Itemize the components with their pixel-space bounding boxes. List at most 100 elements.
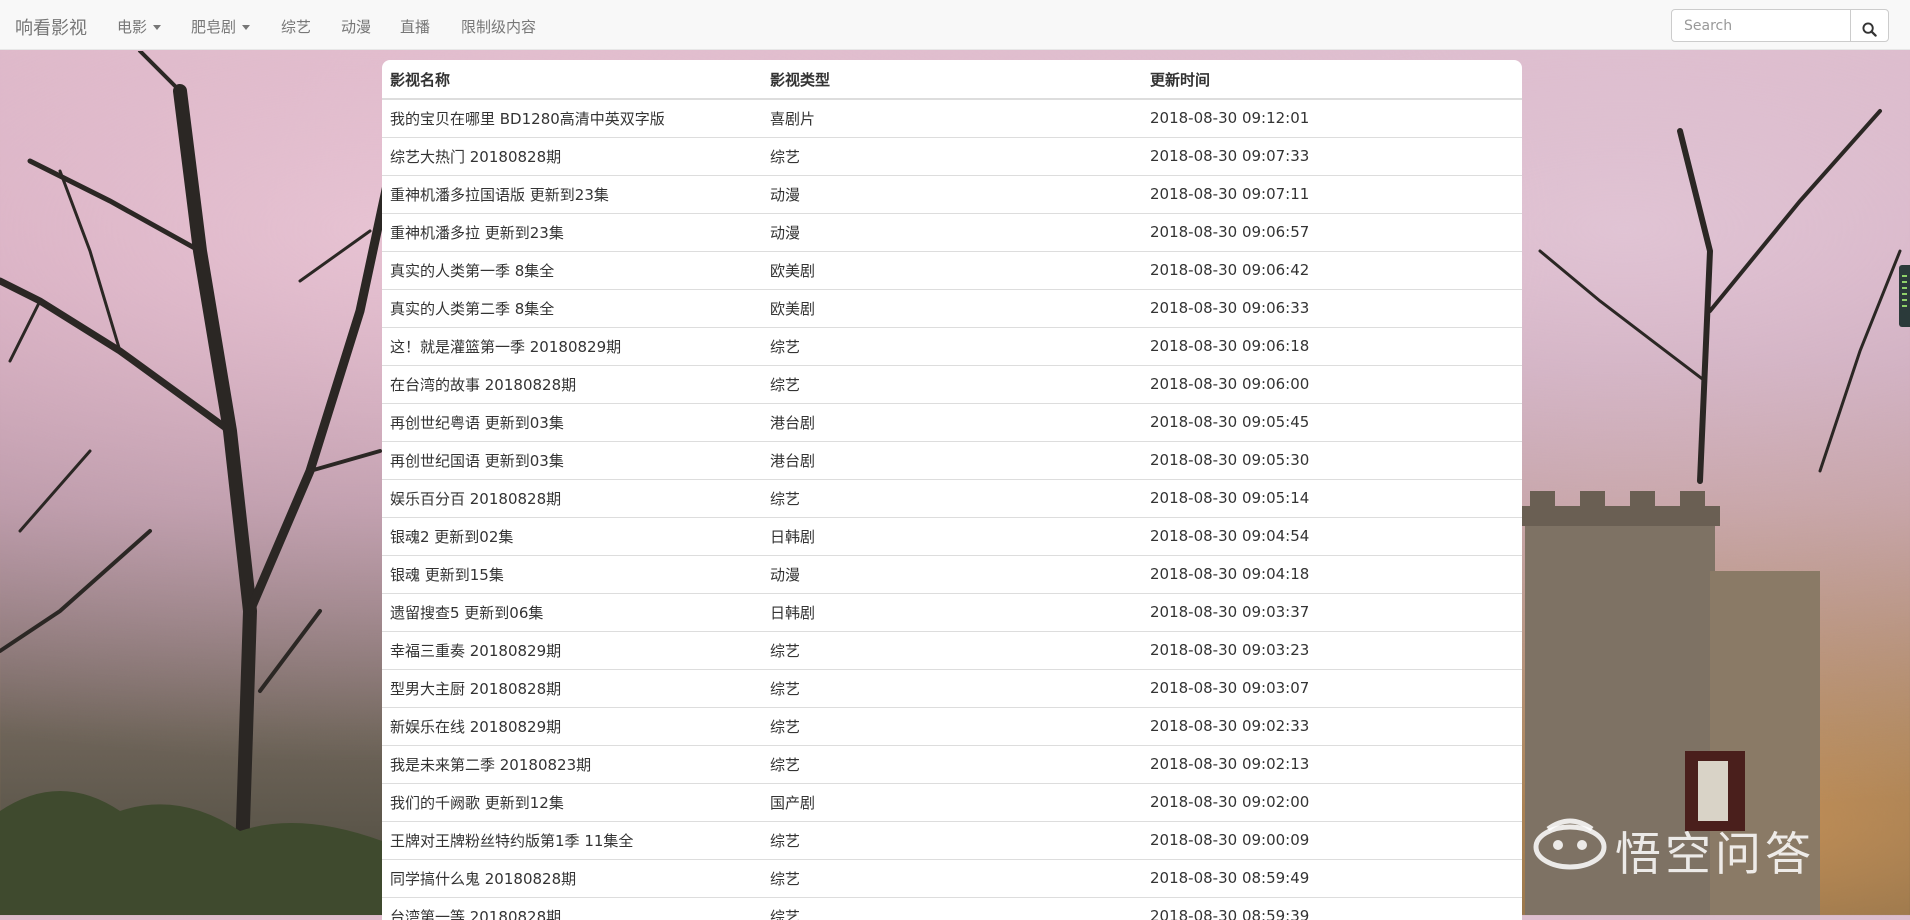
table-row[interactable]: 王牌对王牌粉丝特约版第1季 11集全 综艺 2018-08-30 09:00:09: [382, 820, 1522, 859]
cell-updated: 2018-08-30 09:05:14: [1142, 478, 1522, 517]
table-row[interactable]: 再创世纪粤语 更新到03集 港台剧 2018-08-30 09:05:45: [382, 402, 1522, 441]
table-row[interactable]: 我们的千阙歌 更新到12集 国产剧 2018-08-30 09:02:00: [382, 782, 1522, 821]
cell-updated: 2018-08-30 09:02:00: [1142, 782, 1522, 821]
table-row[interactable]: 综艺大热门 20180828期 综艺 2018-08-30 09:07:33: [382, 136, 1522, 175]
table-row[interactable]: 重神机潘多拉 更新到23集 动漫 2018-08-30 09:06:57: [382, 212, 1522, 251]
cell-updated: 2018-08-30 09:12:01: [1150, 109, 1310, 128]
nav-tv-series-label: 肥皂剧: [191, 18, 237, 36]
table-row[interactable]: 幸福三重奏 20180829期 综艺 2018-08-30 09:03:23: [382, 630, 1522, 669]
cell-updated: 2018-08-30 09:05:45: [1142, 402, 1522, 441]
navbar: 响看影视 电影 肥皂剧 综艺 动漫 直播 限制级内容: [0, 0, 1910, 50]
table-row[interactable]: 在台湾的故事 20180828期 综艺 2018-08-30 09:06:00: [382, 364, 1522, 403]
cell-type: 综艺: [762, 668, 1142, 707]
cell-title[interactable]: 这！就是灌篮第一季 20180829期: [382, 326, 762, 365]
cell-updated: 2018-08-30 09:00:09: [1142, 820, 1522, 859]
table-row[interactable]: 娱乐百分百 20180828期 综艺 2018-08-30 09:05:14: [382, 478, 1522, 517]
table-row[interactable]: 银魂 更新到15集 动漫 2018-08-30 09:04:18: [382, 554, 1522, 593]
cell-type: 综艺: [762, 478, 1142, 517]
table-header-row: 影视名称 影视类型 更新时间: [382, 60, 1522, 100]
cell-updated: 2018-08-30 09:03:23: [1142, 630, 1522, 669]
cell-updated: 2018-08-30 09:07:11: [1142, 174, 1522, 213]
cell-title[interactable]: 幸福三重奏 20180829期: [382, 630, 762, 669]
table-row[interactable]: 同学搞什么鬼 20180828期 综艺 2018-08-30 08:59:49: [382, 858, 1522, 897]
nav-live[interactable]: 直播: [400, 16, 430, 37]
cell-type: 动漫: [762, 554, 1142, 593]
caret-down-icon: [153, 25, 162, 30]
cell-title[interactable]: 在台湾的故事 20180828期: [382, 364, 762, 403]
cell-title[interactable]: 再创世纪国语 更新到03集: [382, 440, 762, 479]
cell-updated: 2018-08-30 09:03:37: [1142, 592, 1522, 631]
cell-updated: 2018-08-30 09:06:18: [1142, 326, 1522, 365]
cell-type: 日韩剧: [762, 516, 1142, 555]
table-row[interactable]: 遗留搜查5 更新到06集 日韩剧 2018-08-30 09:03:37: [382, 592, 1522, 631]
cell-updated: 2018-08-30 09:04:18: [1142, 554, 1522, 593]
column-header-title: 影视名称: [382, 60, 762, 100]
nav-variety[interactable]: 综艺: [281, 16, 311, 37]
cell-updated: 2018-08-30 09:06:00: [1142, 364, 1522, 403]
table-row[interactable]: 真实的人类第一季 8集全 欧美剧 2018-08-30 09:06:42: [382, 250, 1522, 289]
nav-movies-dropdown[interactable]: 电影: [117, 16, 162, 37]
table-row[interactable]: 再创世纪国语 更新到03集 港台剧 2018-08-30 09:05:30: [382, 440, 1522, 479]
table-row[interactable]: 重神机潘多拉国语版 更新到23集 动漫 2018-08-30 09:07:11: [382, 174, 1522, 213]
search-button[interactable]: [1850, 9, 1889, 42]
cell-updated: 2018-08-30 09:03:07: [1142, 668, 1522, 707]
wukong-logo-icon: [1533, 818, 1607, 870]
cell-type: 综艺: [762, 326, 1142, 365]
search-icon: [1862, 22, 1877, 37]
nav-movies-label: 电影: [117, 18, 148, 36]
cell-type: 综艺: [762, 744, 1142, 783]
side-scroll-widget[interactable]: [1899, 265, 1910, 327]
cell-updated: 2018-08-30 08:59:49: [1142, 858, 1522, 897]
cell-title[interactable]: 遗留搜查5 更新到06集: [382, 592, 762, 631]
cell-updated: 2018-08-30 09:06:42: [1142, 250, 1522, 289]
cell-updated: 2018-08-30 09:04:54: [1142, 516, 1522, 555]
table-row[interactable]: 我的宝贝在哪里 BD1280高清中英双字版 喜剧片 2018-08-30 09:12…: [382, 99, 1522, 137]
cell-type: 综艺: [762, 136, 1142, 175]
nav-tv-series-dropdown[interactable]: 肥皂剧: [191, 16, 251, 37]
cell-title[interactable]: 综艺大热门 20180828期: [382, 136, 762, 175]
cell-title[interactable]: 我们的千阙歌 更新到12集: [382, 782, 762, 821]
search-form: [1671, 9, 1889, 42]
table-row[interactable]: 真实的人类第二季 8集全 欧美剧 2018-08-30 09:06:33: [382, 288, 1522, 327]
table-row[interactable]: 银魂2 更新到02集 日韩剧 2018-08-30 09:04:54: [382, 516, 1522, 555]
cell-type: 动漫: [762, 212, 1142, 251]
cell-updated: 2018-08-30 09:07:33: [1142, 136, 1522, 175]
cell-title[interactable]: 新娱乐在线 20180829期: [382, 706, 762, 745]
cell-title[interactable]: 再创世纪粤语 更新到03集: [382, 402, 762, 441]
cell-title[interactable]: 真实的人类第二季 8集全: [382, 288, 762, 327]
cell-type: 喜剧片: [770, 109, 816, 128]
cell-type: 港台剧: [762, 440, 1142, 479]
table-body: 我的宝贝在哪里 BD1280高清中英双字版 喜剧片 2018-08-30 09:12…: [382, 99, 1522, 920]
table-row[interactable]: 我是未来第二季 20180823期 综艺 2018-08-30 09:02:13: [382, 744, 1522, 783]
cell-updated: 2018-08-30 09:06:57: [1142, 212, 1522, 251]
cell-title[interactable]: 我的宝贝在哪里 BD1280高清中英双字版: [382, 99, 762, 137]
cell-title[interactable]: 娱乐百分百 20180828期: [382, 478, 762, 517]
table-row[interactable]: 这！就是灌篮第一季 20180829期 综艺 2018-08-30 09:06:18: [382, 326, 1522, 365]
cell-type: 日韩剧: [762, 592, 1142, 631]
cell-type: 综艺: [762, 364, 1142, 403]
cell-type: 港台剧: [762, 402, 1142, 441]
cell-title[interactable]: 我是未来第二季 20180823期: [382, 744, 762, 783]
table-row[interactable]: 台湾第一等 20180828期 综艺 2018-08-30 08:59:39: [382, 896, 1522, 920]
watermark: 悟空问答: [1525, 810, 1905, 881]
cell-type: 综艺: [762, 896, 1142, 920]
cell-title[interactable]: 重神机潘多拉国语版 更新到23集: [382, 174, 762, 213]
brand-logo-text[interactable]: 响看影视: [15, 14, 87, 40]
cell-title[interactable]: 银魂2 更新到02集: [382, 516, 762, 555]
cell-title[interactable]: 同学搞什么鬼 20180828期: [382, 858, 762, 897]
table-row[interactable]: 型男大主厨 20180828期 综艺 2018-08-30 09:03:07: [382, 668, 1522, 707]
cell-title[interactable]: 王牌对王牌粉丝特约版第1季 11集全: [382, 820, 762, 859]
cell-title[interactable]: 银魂 更新到15集: [382, 554, 762, 593]
table-row[interactable]: 新娱乐在线 20180829期 综艺 2018-08-30 09:02:33: [382, 706, 1522, 745]
nav-restricted[interactable]: 限制级内容: [461, 16, 536, 37]
cell-type: 动漫: [762, 174, 1142, 213]
column-header-type: 影视类型: [762, 60, 1142, 100]
nav-anime[interactable]: 动漫: [341, 16, 371, 37]
watermark-text: 悟空问答: [1615, 827, 1815, 881]
cell-title[interactable]: 型男大主厨 20180828期: [382, 668, 762, 707]
search-input[interactable]: [1671, 9, 1851, 42]
cell-type: 综艺: [762, 706, 1142, 745]
cell-title[interactable]: 真实的人类第一季 8集全: [382, 250, 762, 289]
cell-title[interactable]: 台湾第一等 20180828期: [382, 896, 762, 920]
cell-title[interactable]: 重神机潘多拉 更新到23集: [382, 212, 762, 251]
